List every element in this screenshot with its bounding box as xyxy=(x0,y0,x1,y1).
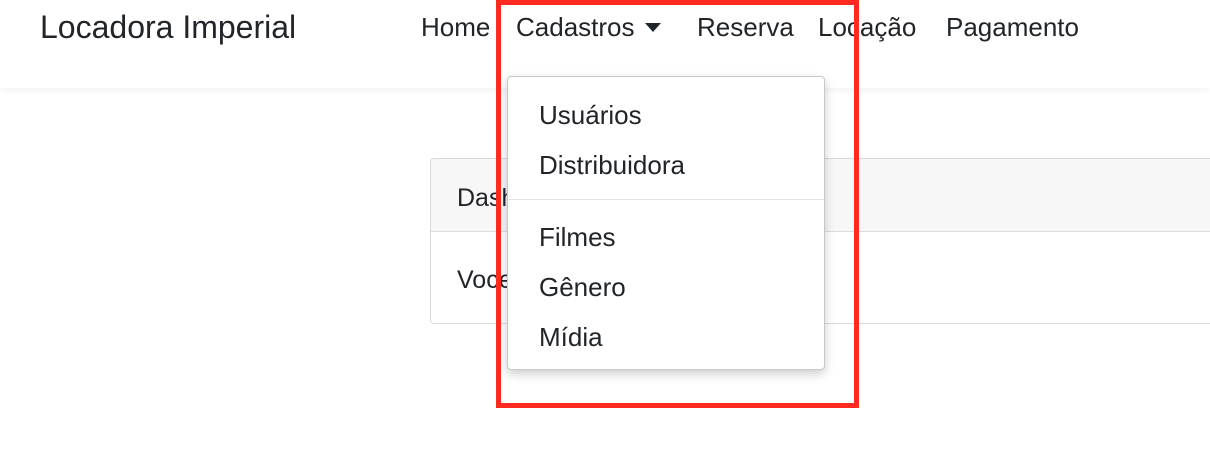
nav-home[interactable]: Home xyxy=(421,10,490,44)
dropdown-item-midia[interactable]: Mídia xyxy=(539,321,603,353)
dropdown-item-distribuidora[interactable]: Distribuidora xyxy=(539,149,685,181)
nav-locacao[interactable]: Locação xyxy=(818,10,916,44)
nav-pagamento[interactable]: Pagamento xyxy=(946,10,1079,44)
dropdown-divider xyxy=(508,199,824,200)
dropdown-item-usuarios[interactable]: Usuários xyxy=(539,99,642,131)
navbar: Locadora Imperial Home Cadastros Reserva… xyxy=(0,0,1210,88)
nav-reserva[interactable]: Reserva xyxy=(697,10,794,44)
dropdown-item-genero[interactable]: Gênero xyxy=(539,271,626,303)
dropdown-item-filmes[interactable]: Filmes xyxy=(539,221,616,253)
cadastros-dropdown-menu: Usuários Distribuidora Filmes Gênero Míd… xyxy=(507,76,825,370)
nav-cadastros[interactable]: Cadastros xyxy=(516,10,661,44)
caret-down-icon xyxy=(644,23,661,32)
nav-cadastros-label: Cadastros xyxy=(516,12,635,42)
brand-title[interactable]: Locadora Imperial xyxy=(40,8,296,46)
